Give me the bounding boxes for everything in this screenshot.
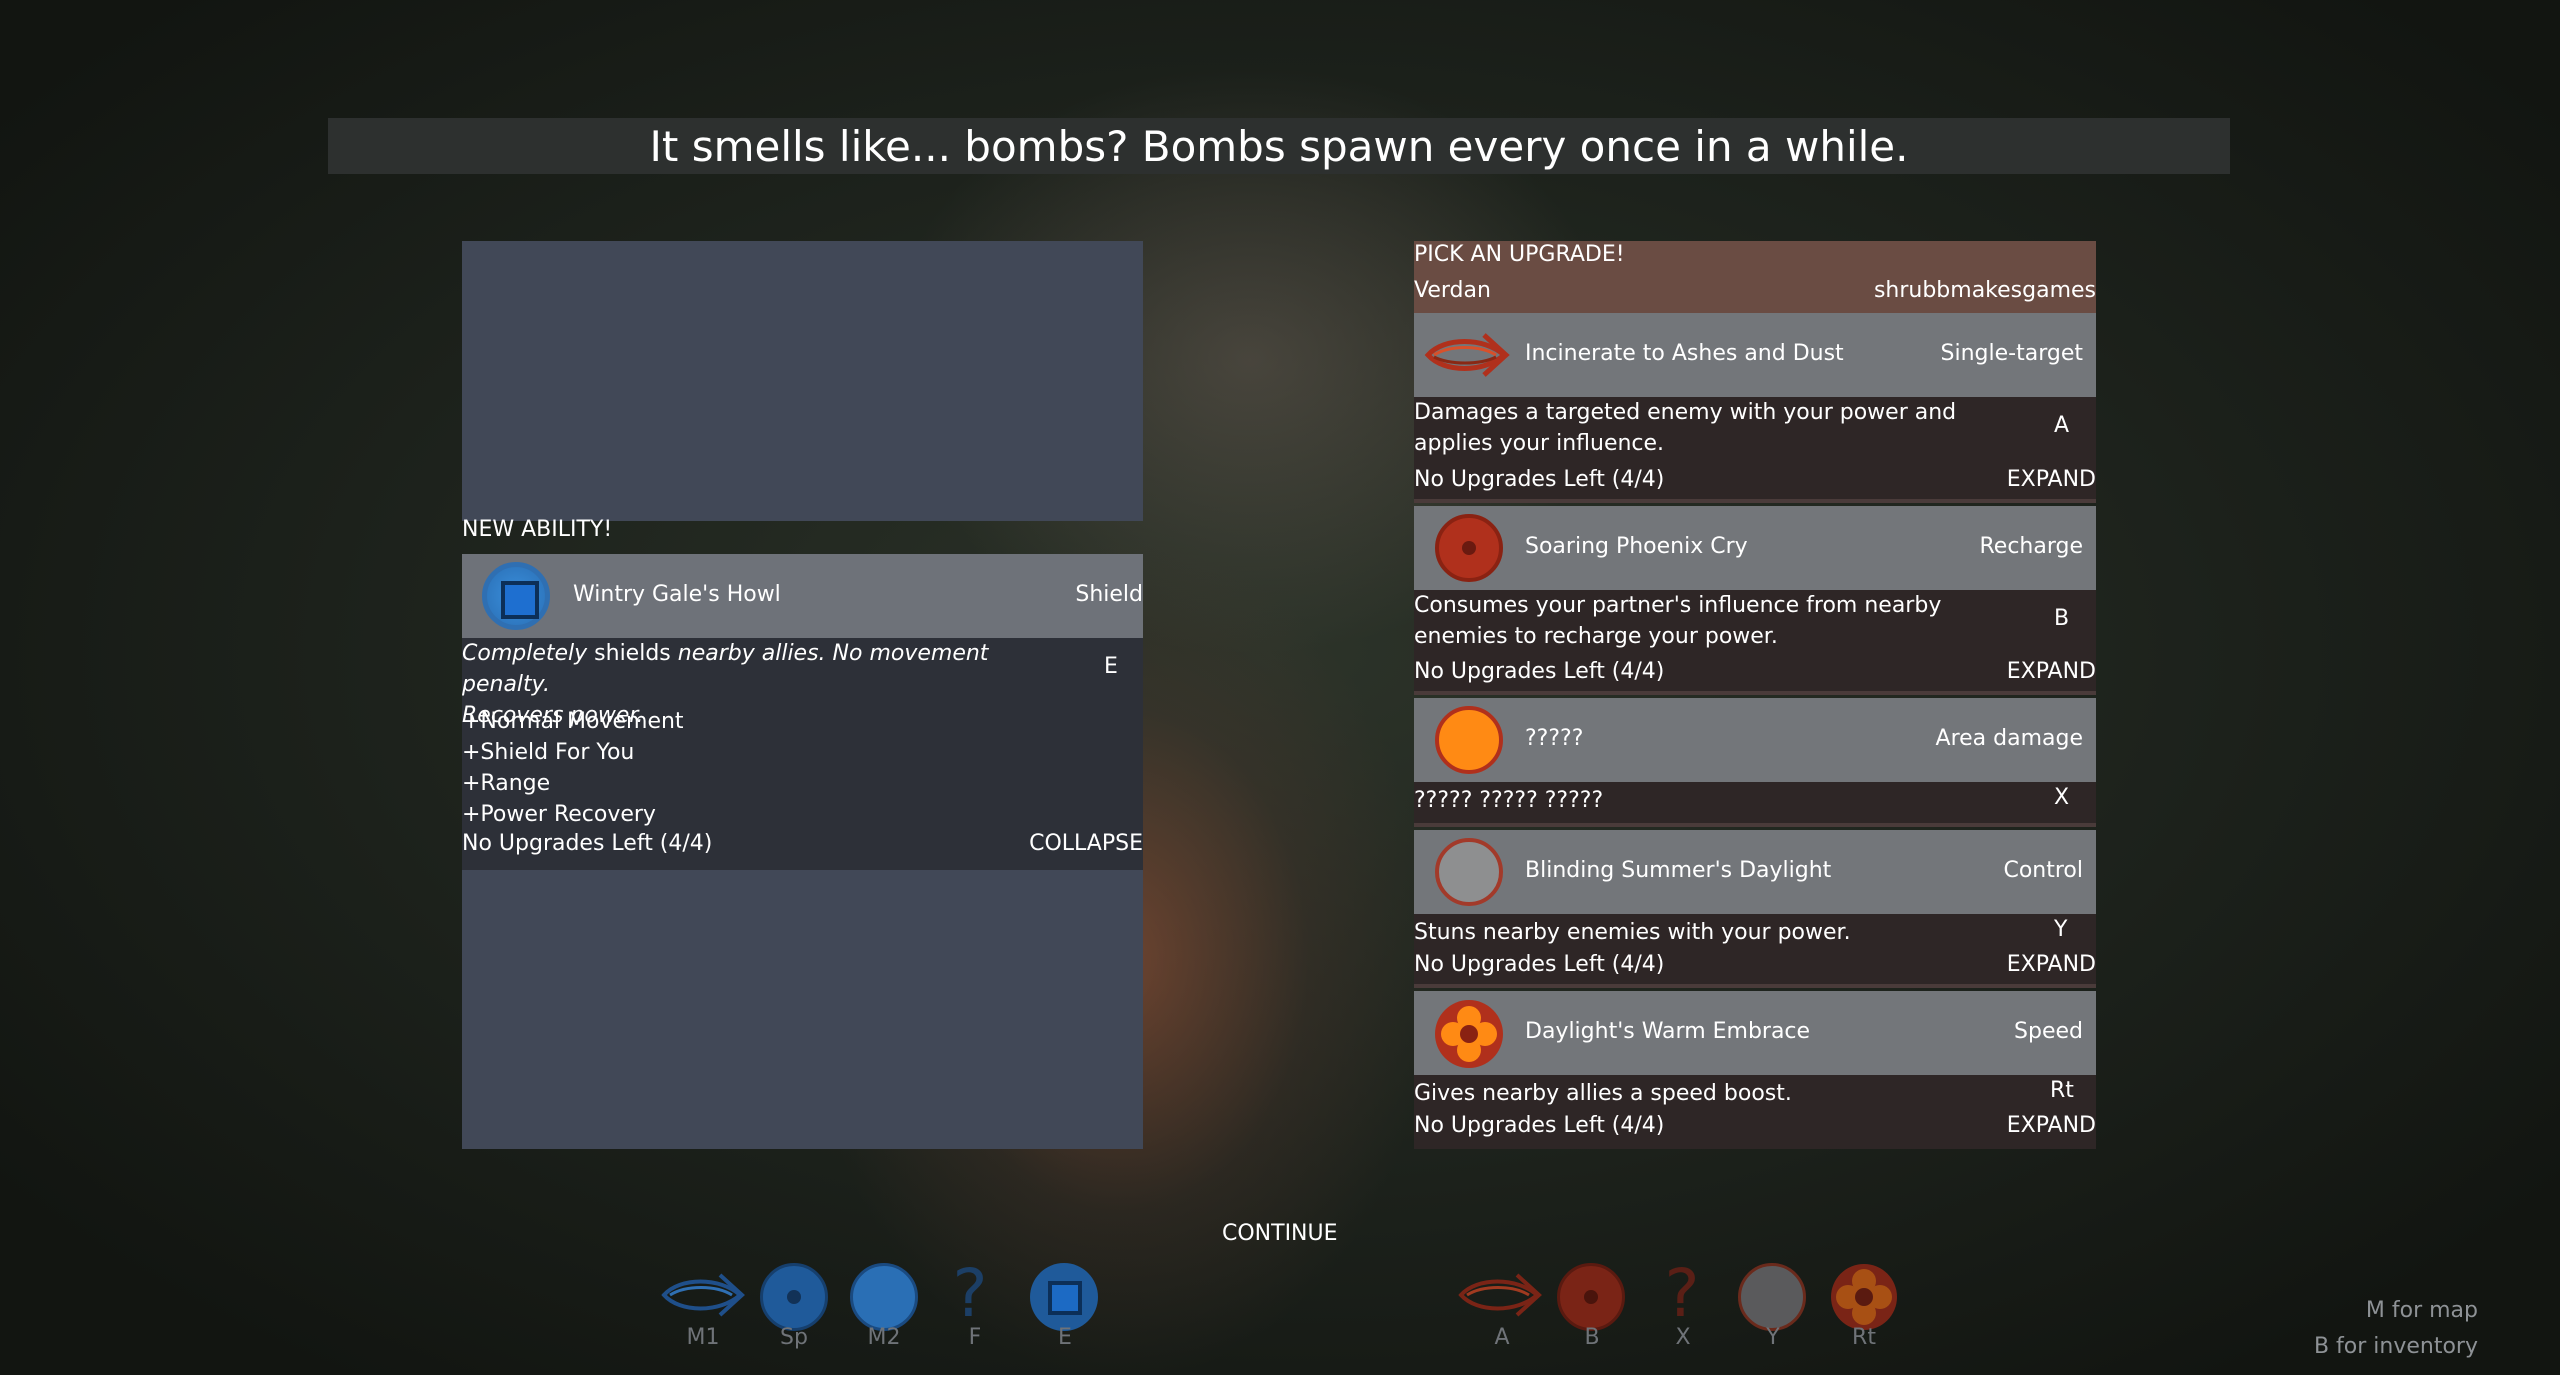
bar-label: A — [1494, 1325, 1510, 1350]
orange-circle-icon — [1435, 706, 1503, 774]
ability-row-blinding[interactable]: Blinding Summer's Daylight Control — [1414, 830, 2096, 914]
upgrade-panel: PICK AN UPGRADE! Verdan shrubbmakesgames… — [1414, 241, 2096, 1149]
character-name: Verdan — [1414, 278, 1491, 303]
ability-name: Incinerate to Ashes and Dust — [1525, 341, 1844, 366]
ability-type: Control — [2003, 858, 2083, 883]
bar-label: Rt — [1852, 1325, 1876, 1350]
ability-name: Daylight's Warm Embrace — [1525, 1019, 1811, 1044]
ability-details: Consumes your partner's influence from n… — [1414, 590, 2096, 691]
ability-type: Recharge — [1979, 534, 2083, 559]
ability-type: Shield — [1075, 582, 1143, 607]
continue-button[interactable]: CONTINUE — [1222, 1221, 1338, 1246]
ability-description: Gives nearby allies a speed boost. — [1414, 1081, 1792, 1106]
ability-details: Gives nearby allies a speed boost. Rt No… — [1414, 1075, 2096, 1149]
expand-button[interactable]: EXPAND — [2007, 952, 2096, 977]
gray-circle-icon — [1435, 838, 1503, 906]
ability-row-phoenix[interactable]: Soaring Phoenix Cry Recharge — [1414, 506, 2096, 590]
ability-details: Damages a targeted enemy with your power… — [1414, 397, 2096, 499]
divider — [1414, 823, 2096, 827]
bar-label: B — [1584, 1325, 1600, 1350]
question-mark-icon: ? — [1664, 1255, 1700, 1332]
divider — [1414, 984, 2096, 988]
perk-item: +Normal Movement — [462, 709, 684, 734]
ability-description: Consumes your partner's influence from n… — [1414, 593, 1942, 649]
ability-type: Speed — [2014, 1019, 2083, 1044]
ability-row-incinerate[interactable]: Incinerate to Ashes and Dust Single-targ… — [1414, 313, 2096, 397]
shield-icon — [482, 562, 550, 630]
upgrades-status: No Upgrades Left (4/4) — [462, 831, 713, 856]
panel-top-area — [462, 241, 1143, 521]
author-name: shrubbmakesgames — [1873, 278, 2096, 303]
ability-description: ????? ????? ????? — [1414, 788, 1604, 813]
ability-key: Y — [2054, 917, 2068, 942]
divider — [1414, 499, 2096, 503]
expand-button[interactable]: EXPAND — [2007, 659, 2096, 684]
expand-button[interactable]: EXPAND — [2007, 467, 2096, 492]
ability-name: ????? — [1525, 726, 1584, 751]
inventory-hint: B for inventory — [2313, 1334, 2478, 1359]
dot-circle-icon — [760, 1263, 828, 1331]
gray-circle-icon — [1738, 1263, 1806, 1331]
bar-label: E — [1058, 1325, 1072, 1350]
red-dot-circle-icon — [1557, 1263, 1625, 1331]
ability-name: Wintry Gale's Howl — [573, 582, 781, 607]
map-hint: M for map — [2365, 1298, 2478, 1323]
ability-row-unknown[interactable]: ????? Area damage — [1414, 698, 2096, 782]
bar-label: Y — [1766, 1325, 1780, 1350]
perk-item: +Power Recovery — [462, 802, 656, 827]
new-ability-label: NEW ABILITY! — [462, 517, 613, 542]
banner-text: It smells like... bombs? Bombs spawn eve… — [649, 121, 1909, 171]
red-dot-circle-icon — [1435, 514, 1503, 582]
question-mark-icon: ? — [952, 1255, 988, 1332]
collapse-button[interactable]: COLLAPSE — [1029, 831, 1143, 856]
expand-button[interactable]: EXPAND — [2007, 1113, 2096, 1138]
banner: It smells like... bombs? Bombs spawn eve… — [328, 118, 2230, 174]
perk-item: +Shield For You — [462, 740, 635, 765]
bar-label: M2 — [867, 1325, 901, 1350]
ability-key: Rt — [2050, 1078, 2074, 1103]
bar-label: X — [1675, 1325, 1691, 1350]
ability-details: ????? ????? ????? X — [1414, 782, 2096, 823]
upgrades-status: No Upgrades Left (4/4) — [1414, 1113, 1665, 1138]
upgrade-header: PICK AN UPGRADE! Verdan shrubbmakesgames — [1414, 241, 2096, 313]
ability-header-wintry[interactable]: Wintry Gale's Howl Shield — [462, 554, 1143, 638]
new-ability-panel: NEW ABILITY! Wintry Gale's Howl Shield C… — [462, 241, 1143, 1149]
blue-circle-icon — [850, 1263, 918, 1331]
pick-upgrade-title: PICK AN UPGRADE! — [1414, 242, 1625, 267]
ability-name: Blinding Summer's Daylight — [1525, 858, 1832, 883]
flower-icon — [1435, 1000, 1503, 1068]
ability-description: Stuns nearby enemies with your power. — [1414, 920, 1851, 945]
perk-item: +Range — [462, 771, 551, 796]
bar-label: Sp — [780, 1325, 808, 1350]
ability-details: Completely shields nearby allies. No mov… — [462, 638, 1143, 870]
fire-swirl-icon — [1458, 1273, 1542, 1317]
bar-label: M1 — [686, 1325, 720, 1350]
ability-bars: ? M1 Sp M2 F E ? A B X Y Rt — [0, 1255, 2560, 1355]
ability-key: E — [1104, 654, 1118, 679]
swirl-icon — [661, 1273, 745, 1317]
ability-key: B — [2054, 606, 2070, 631]
ability-key: A — [2054, 413, 2070, 438]
fire-swirl-icon — [1424, 333, 1510, 377]
ability-type: Single-target — [1940, 341, 2083, 366]
ability-type: Area damage — [1935, 726, 2083, 751]
upgrades-status: No Upgrades Left (4/4) — [1414, 467, 1665, 492]
ability-details: Stuns nearby enemies with your power. Y … — [1414, 914, 2096, 984]
ability-row-embrace[interactable]: Daylight's Warm Embrace Speed — [1414, 991, 2096, 1075]
ability-key: X — [2054, 785, 2070, 810]
bar-label: F — [968, 1325, 982, 1350]
ability-name: Soaring Phoenix Cry — [1525, 534, 1748, 559]
shield-icon — [1030, 1263, 1098, 1331]
upgrades-status: No Upgrades Left (4/4) — [1414, 952, 1665, 977]
upgrades-status: No Upgrades Left (4/4) — [1414, 659, 1665, 684]
perk-list: +Normal Movement +Shield For You +Range … — [462, 706, 684, 830]
panel-bottom-area — [462, 870, 1143, 1149]
divider — [1414, 691, 2096, 695]
ability-description: Damages a targeted enemy with your power… — [1414, 400, 1957, 456]
flower-icon — [1831, 1264, 1897, 1330]
